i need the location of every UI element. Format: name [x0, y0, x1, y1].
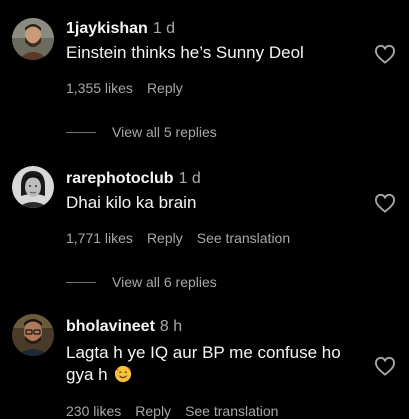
view-replies-label[interactable]: View all 6 replies: [112, 274, 217, 290]
comment-meta: 1,771 likes Reply See translation: [66, 230, 304, 246]
comment-text: Einstein thinks he’s Sunny Deol: [66, 43, 304, 62]
comment-username[interactable]: rarephotoclub 1 d: [66, 170, 201, 188]
user-avatar-icon: [12, 166, 54, 208]
comment-meta: 230 likes Reply See translation: [66, 403, 292, 419]
username-text[interactable]: rarephotoclub: [66, 170, 174, 187]
avatar[interactable]: [12, 18, 54, 60]
avatar[interactable]: [12, 166, 54, 208]
comment-text: Lagta h ye IQ aur BP me confuse ho gya h: [66, 342, 366, 386]
view-replies-label[interactable]: View all 5 replies: [112, 124, 217, 140]
replies-divider-line: [66, 131, 96, 133]
comment-timestamp: 8 h: [159, 318, 183, 335]
comment-text: Dhai kilo ka brain: [66, 193, 197, 212]
username-text[interactable]: 1jaykishan: [66, 20, 148, 37]
comment-timestamp: 1 d: [152, 20, 176, 37]
like-button[interactable]: [374, 193, 396, 213]
avatar[interactable]: [12, 314, 54, 356]
see-translation-button[interactable]: See translation: [197, 230, 290, 246]
heart-icon: [374, 356, 396, 376]
comment-text-body: Lagta h ye IQ aur BP me confuse ho gya h: [66, 343, 341, 384]
smiling-face-with-hearts-icon: [114, 365, 132, 383]
comment-username[interactable]: bholavineet 8 h: [66, 318, 182, 336]
reply-button[interactable]: Reply: [147, 80, 183, 96]
likes-count[interactable]: 1,355 likes: [66, 80, 133, 96]
reply-button[interactable]: Reply: [135, 403, 171, 419]
heart-icon: [374, 44, 396, 64]
likes-count[interactable]: 230 likes: [66, 403, 121, 419]
comment-meta: 1,355 likes Reply: [66, 80, 197, 96]
see-translation-button[interactable]: See translation: [185, 403, 278, 419]
like-button[interactable]: [374, 356, 396, 376]
view-replies-button[interactable]: View all 6 replies: [66, 272, 217, 292]
user-avatar-icon: [12, 314, 54, 356]
user-avatar-icon: [12, 18, 54, 60]
like-button[interactable]: [374, 44, 396, 64]
username-text[interactable]: bholavineet: [66, 318, 155, 335]
comment-timestamp: 1 d: [178, 170, 201, 187]
likes-count[interactable]: 1,771 likes: [66, 230, 133, 246]
comment-username[interactable]: 1jaykishan 1 d: [66, 20, 175, 38]
view-replies-button[interactable]: View all 5 replies: [66, 122, 217, 142]
replies-divider-line: [66, 281, 96, 283]
reply-button[interactable]: Reply: [147, 230, 183, 246]
heart-icon: [374, 193, 396, 213]
